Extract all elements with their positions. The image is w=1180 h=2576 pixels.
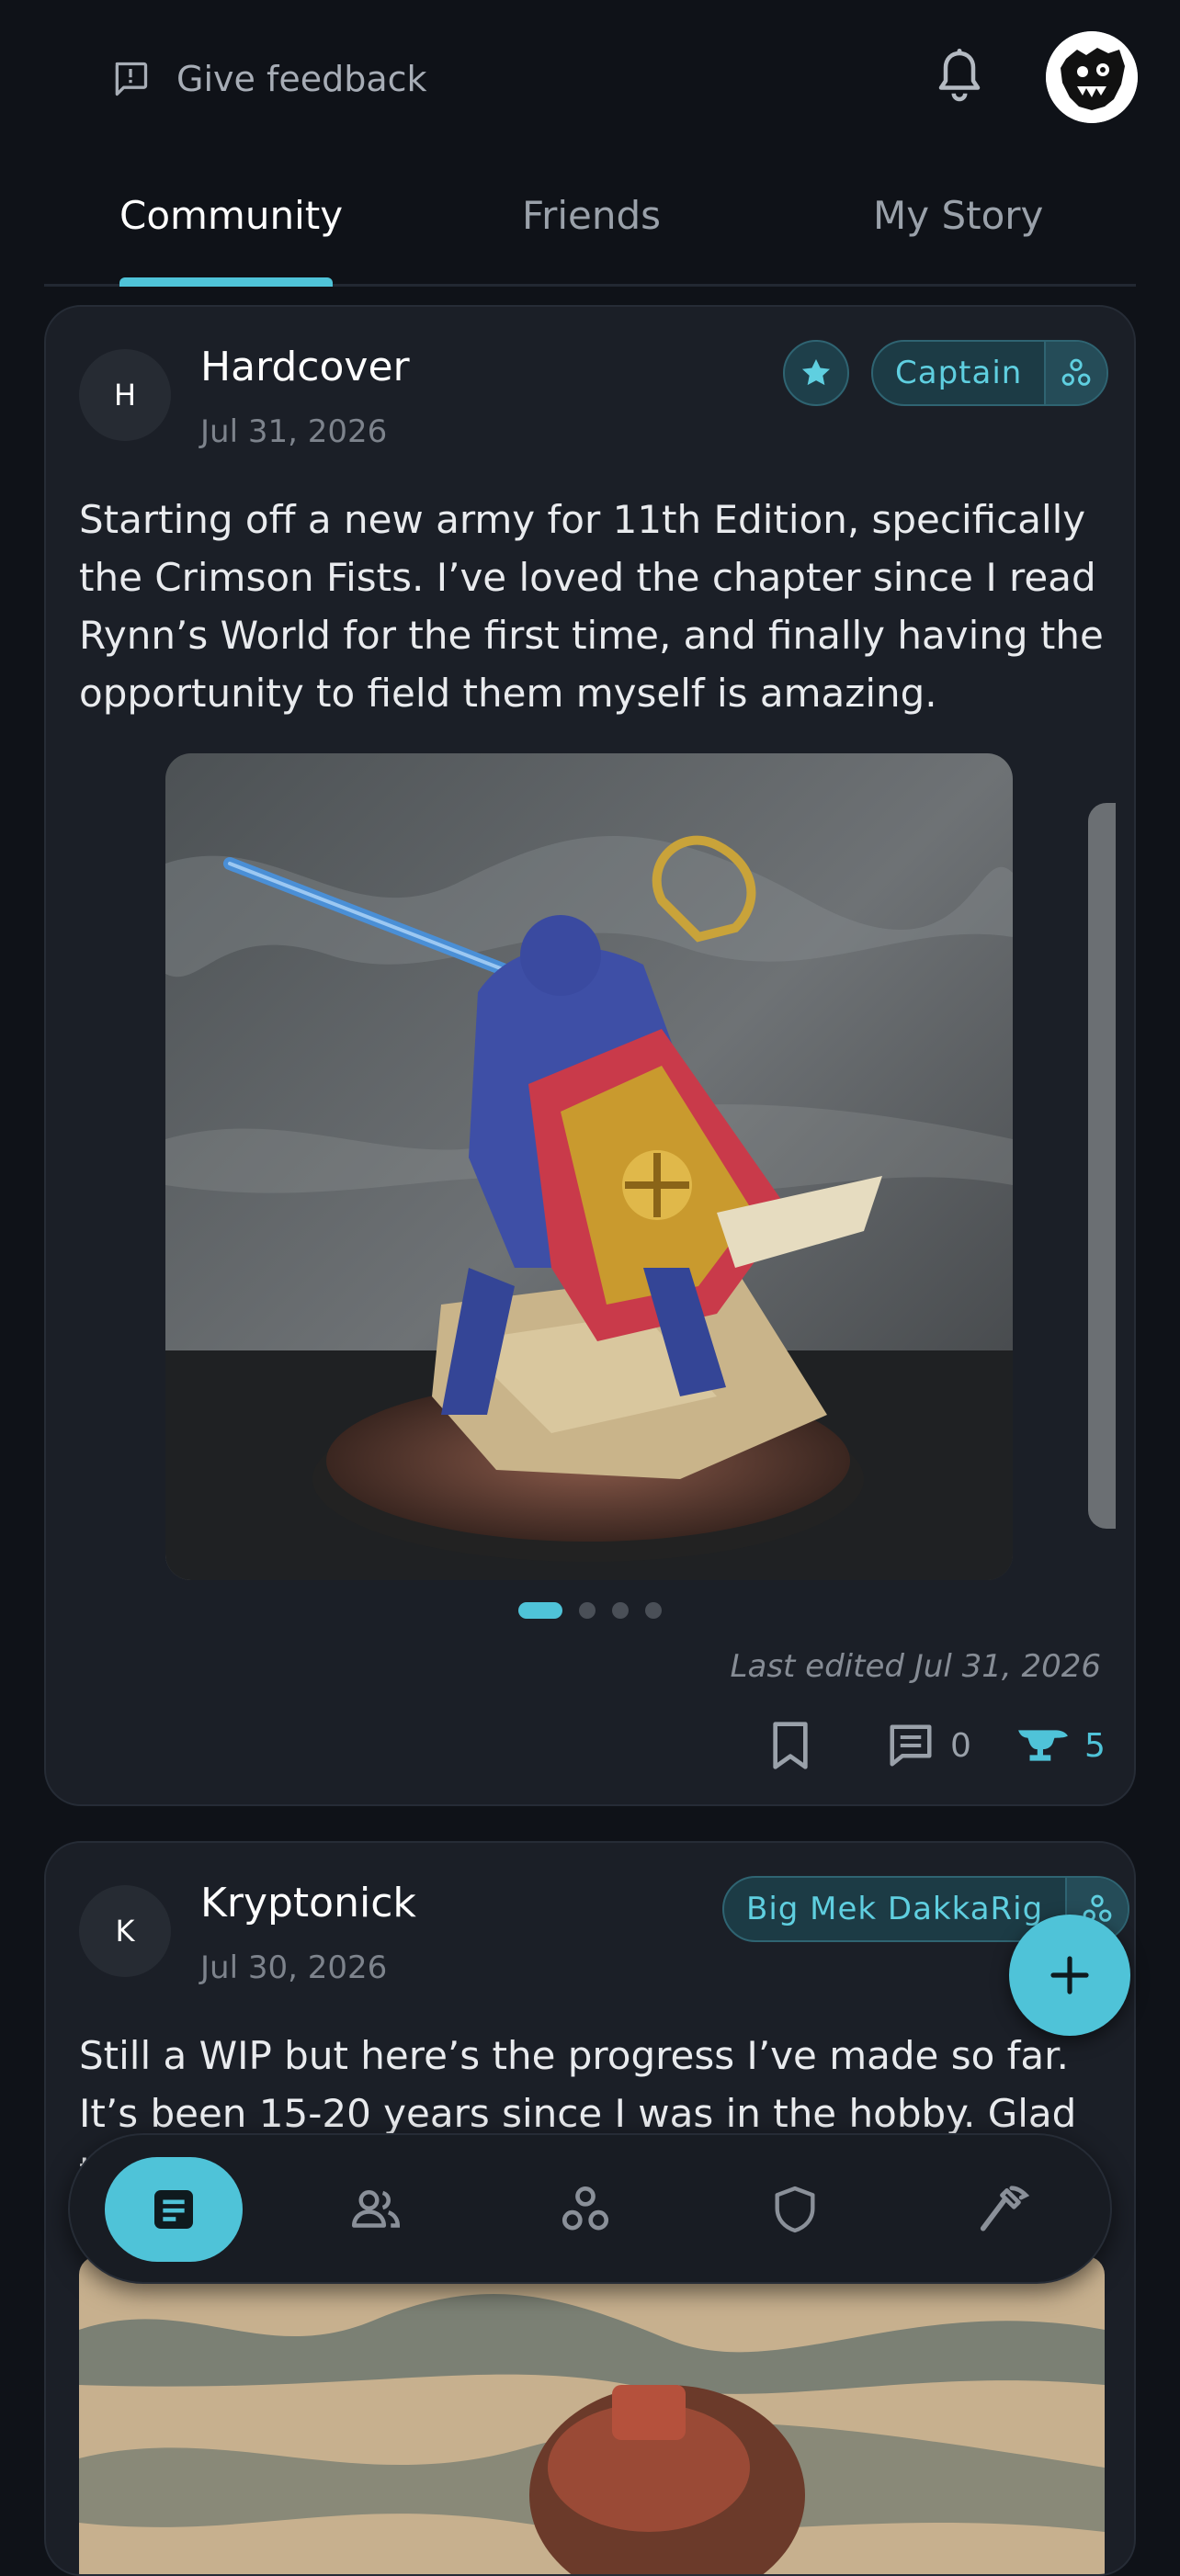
comments-button[interactable]: 0 — [886, 1718, 971, 1773]
nav-groups[interactable] — [516, 2157, 654, 2262]
post-image[interactable] — [165, 753, 1013, 1580]
nav-armies[interactable] — [726, 2157, 864, 2262]
carousel-dot[interactable] — [645, 1602, 662, 1619]
starred-badge — [783, 340, 849, 406]
carousel-dot[interactable] — [579, 1602, 596, 1619]
rank-label: Big Mek DakkaRig — [746, 1891, 1044, 1927]
feed-icon — [154, 2190, 193, 2229]
ork-skull-avatar-icon — [1046, 31, 1138, 123]
bookmark-icon — [773, 1722, 808, 1769]
give-feedback-button[interactable]: Give feedback — [110, 53, 427, 105]
nav-tools[interactable] — [936, 2157, 1073, 2262]
circles-icon — [562, 2186, 609, 2231]
top-bar: Give feedback — [0, 0, 1180, 156]
carousel-dot[interactable] — [612, 1602, 629, 1619]
post-body: Starting off a new army for 11th Edition… — [79, 497, 1104, 716]
image-carousel-dots — [518, 1602, 662, 1619]
rank-badge[interactable]: Captain — [871, 340, 1109, 406]
tab-my-story[interactable]: My Story — [873, 193, 1043, 238]
bookmark-button[interactable] — [768, 1718, 812, 1773]
post-date: Jul 31, 2026 — [200, 413, 388, 450]
nav-friends[interactable] — [307, 2157, 445, 2262]
shield-icon — [775, 2186, 815, 2233]
space-marine-miniature-image — [165, 753, 1013, 1580]
star-icon — [801, 358, 831, 386]
rank-label: Captain — [895, 355, 1023, 391]
author-name[interactable]: Kryptonick — [200, 1880, 416, 1926]
bell-icon — [938, 49, 981, 102]
tab-community[interactable]: Community — [119, 193, 343, 238]
post-image[interactable] — [79, 2256, 1105, 2574]
feedback-label: Give feedback — [176, 59, 427, 99]
anvil-count: 5 — [1084, 1726, 1106, 1765]
circles-icon — [1044, 342, 1107, 404]
create-post-button[interactable] — [1009, 1915, 1130, 2036]
feed-tabs: Community Friends My Story — [44, 184, 1136, 287]
anvil-button[interactable]: 5 — [1016, 1718, 1106, 1773]
post-date: Jul 30, 2026 — [200, 1949, 388, 1986]
nav-feed[interactable] — [105, 2157, 243, 2262]
comment-count: 0 — [950, 1726, 971, 1765]
author-avatar[interactable]: H — [79, 349, 171, 441]
post-card: H Hardcover Jul 31, 2026 Captain Startin… — [44, 305, 1136, 1806]
last-edited-label: Last edited Jul 31, 2026 — [730, 1648, 1101, 1685]
profile-avatar[interactable] — [1046, 31, 1138, 123]
active-tab-indicator — [119, 277, 333, 287]
anvil-icon — [1018, 1730, 1068, 1761]
plus-icon — [1050, 1956, 1089, 1994]
bottom-navigation — [68, 2133, 1112, 2284]
tab-friends[interactable]: Friends — [522, 193, 661, 238]
author-avatar[interactable]: K — [79, 1885, 171, 1977]
carousel-dot[interactable] — [518, 1602, 562, 1619]
people-icon — [352, 2190, 401, 2228]
ork-vehicle-image — [79, 2256, 1105, 2574]
author-name[interactable]: Hardcover — [200, 344, 410, 390]
comment-icon — [890, 1724, 932, 1767]
notifications-button[interactable] — [932, 46, 987, 107]
hammer-icon — [980, 2186, 1030, 2231]
feedback-icon — [115, 62, 148, 96]
next-image-peek[interactable] — [1088, 803, 1116, 1529]
